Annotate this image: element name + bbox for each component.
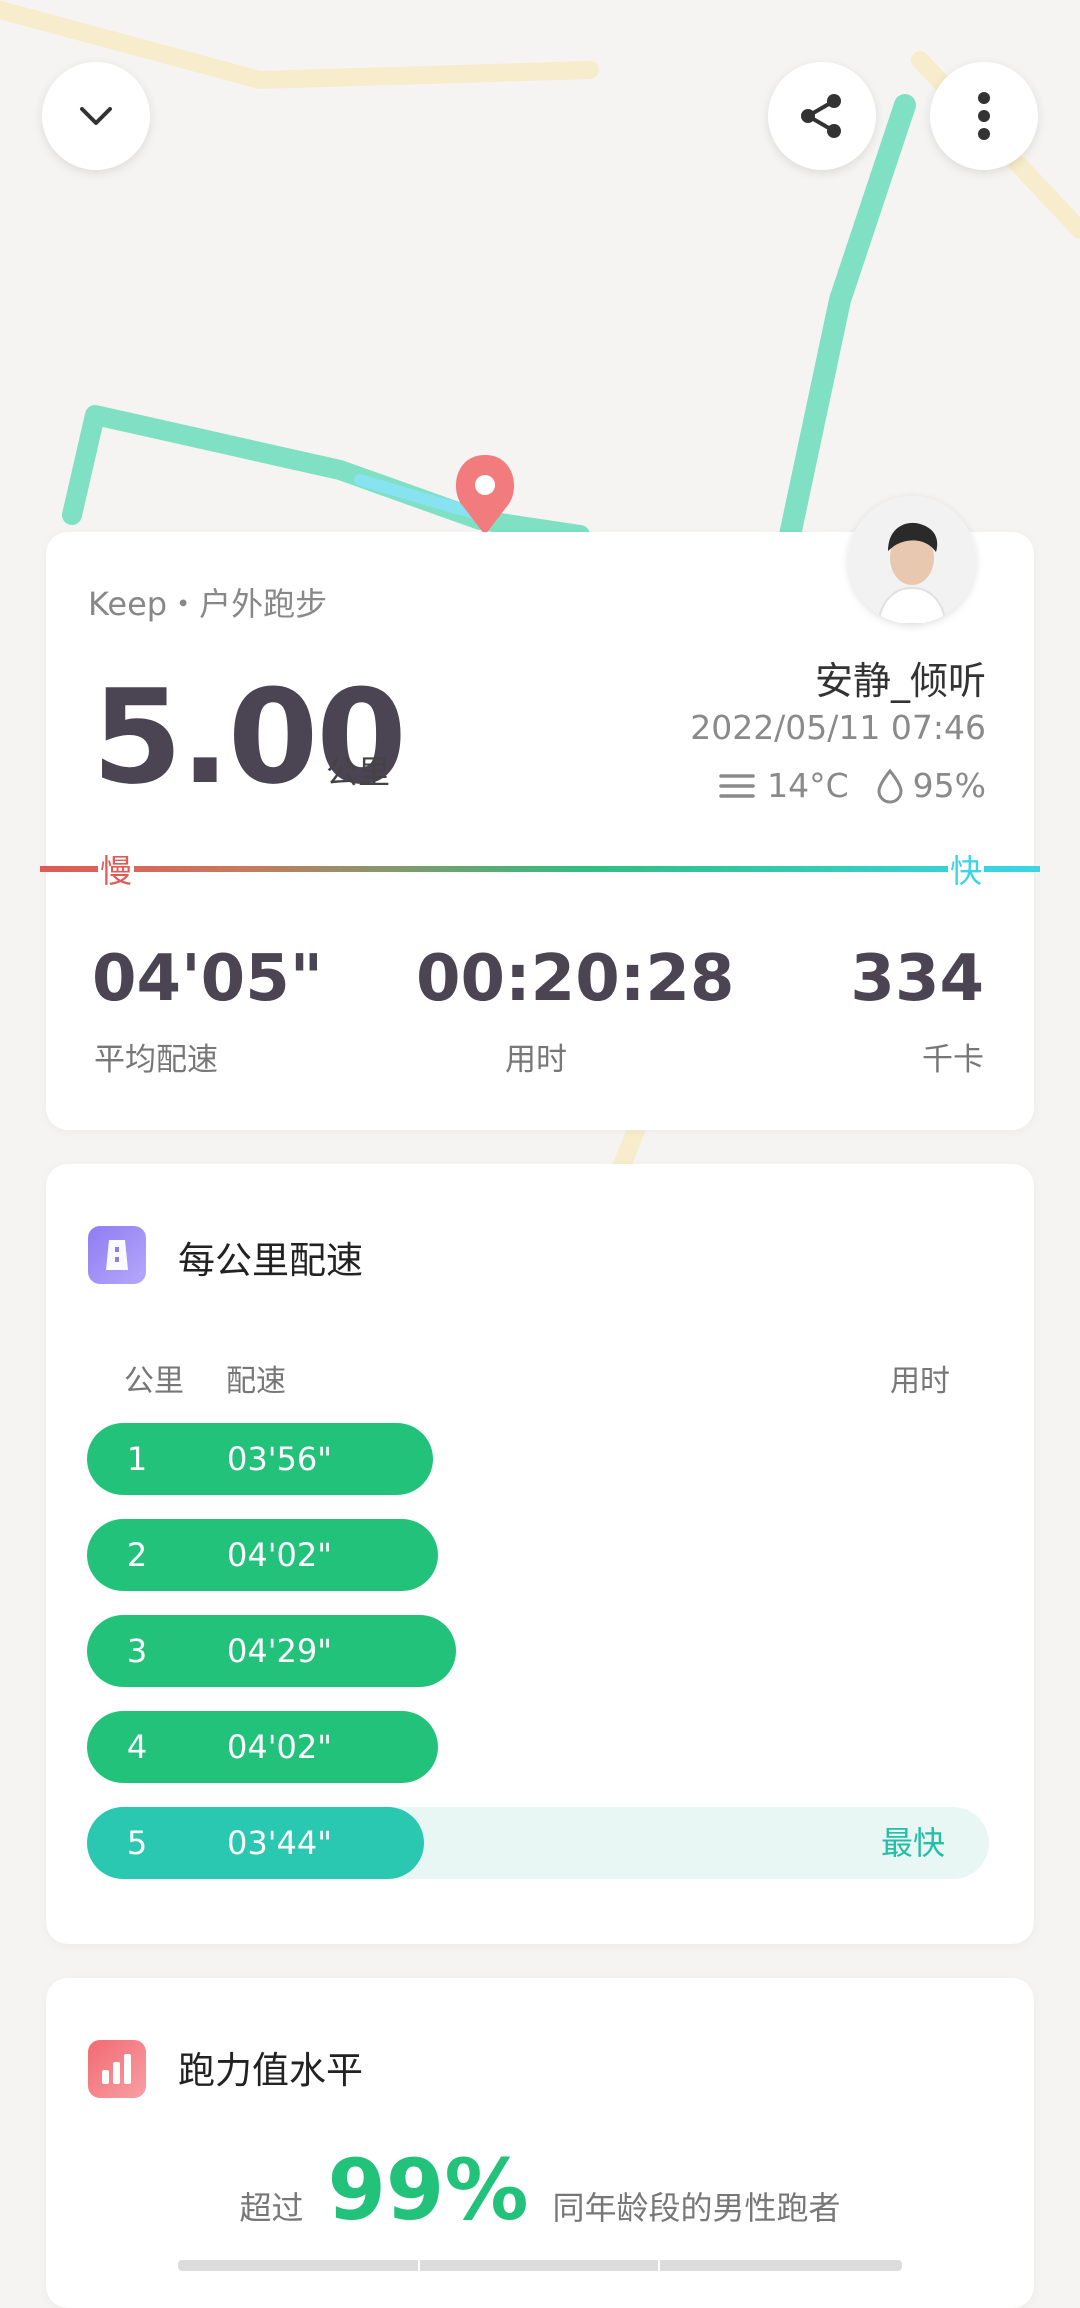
level-percent: 99% bbox=[327, 2141, 529, 2239]
user-name[interactable]: 安静_倾听 bbox=[815, 650, 986, 705]
pace-chart-icon bbox=[88, 1226, 146, 1284]
fastest-badge: 最快 bbox=[880, 1824, 945, 1862]
col-pace-header: 配速 bbox=[226, 1364, 286, 1399]
share-icon bbox=[801, 94, 841, 138]
split-km: 1 bbox=[126, 1440, 148, 1478]
split-row[interactable]: 3 04'29" bbox=[87, 1615, 989, 1687]
split-pace: 03'56" bbox=[227, 1440, 332, 1478]
level-suffix: 同年龄段的男性跑者 bbox=[552, 2189, 841, 2227]
fast-label: 快 bbox=[948, 846, 985, 892]
chevron-down-icon bbox=[80, 107, 112, 125]
split-km: 3 bbox=[126, 1632, 148, 1670]
split-pace: 04'02" bbox=[227, 1536, 332, 1574]
col-km-header: 公里 bbox=[124, 1364, 184, 1399]
avatar-image bbox=[848, 496, 976, 624]
temperature: 14°C bbox=[767, 766, 849, 805]
share-button[interactable] bbox=[768, 62, 876, 170]
level-prefix: 超过 bbox=[239, 2189, 304, 2227]
distance-unit: 公里 bbox=[326, 753, 391, 791]
split-row[interactable]: 5 03'44" 最快 bbox=[87, 1807, 989, 1879]
splits-card: 每公里配速 公里 配速 用时 1 03'56" 2 04'02" 3 04'29" 4 04'… bbox=[46, 1164, 1034, 1944]
calories-value: 334 bbox=[850, 942, 984, 1016]
slow-label: 慢 bbox=[98, 846, 135, 892]
split-km: 2 bbox=[126, 1536, 148, 1574]
route-line bbox=[779, 94, 916, 546]
split-km: 5 bbox=[126, 1824, 148, 1862]
duration-value: 00:20:28 bbox=[416, 942, 735, 1016]
running-level-card: 跑力值水平 超过 99% 同年龄段的男性跑者 bbox=[46, 1978, 1034, 2308]
summary-card: Keep・户外跑步 5.00 公里 安静_倾听 2022/05/11 07:46… bbox=[40, 532, 1040, 1130]
level-summary: 超过 99% 同年龄段的男性跑者 bbox=[46, 2148, 1034, 2232]
weather-info: 14°C 95% bbox=[719, 766, 986, 805]
more-button[interactable] bbox=[930, 62, 1038, 170]
avg-pace-value: 04'05" bbox=[92, 942, 324, 1016]
fog-icon bbox=[719, 773, 755, 798]
level-title: 跑力值水平 bbox=[178, 2049, 363, 2092]
split-pace: 04'29" bbox=[227, 1632, 332, 1670]
calories-label: 千卡 bbox=[922, 1042, 984, 1078]
split-row[interactable]: 2 04'02" bbox=[87, 1519, 989, 1591]
humidity-drop-icon bbox=[877, 768, 903, 803]
avatar[interactable] bbox=[848, 496, 976, 624]
split-row[interactable]: 1 03'56" bbox=[87, 1423, 989, 1495]
split-pace: 03'44" bbox=[227, 1824, 332, 1862]
more-vertical-icon bbox=[978, 92, 990, 140]
duration-label: 用时 bbox=[505, 1042, 567, 1078]
split-km: 4 bbox=[126, 1728, 148, 1766]
collapse-button[interactable] bbox=[42, 62, 150, 170]
humidity: 95% bbox=[912, 766, 986, 805]
level-distribution-bar bbox=[178, 2260, 902, 2271]
bar-chart-icon bbox=[88, 2040, 146, 2098]
avg-pace-label: 平均配速 bbox=[94, 1042, 218, 1078]
activity-datetime: 2022/05/11 07:46 bbox=[690, 708, 986, 747]
pace-gradient-bar bbox=[40, 866, 1040, 872]
split-pace: 04'02" bbox=[227, 1728, 332, 1766]
col-time-header: 用时 bbox=[890, 1364, 950, 1399]
split-row[interactable]: 4 04'02" bbox=[87, 1711, 989, 1783]
activity-source: Keep・户外跑步 bbox=[88, 585, 328, 623]
splits-title: 每公里配速 bbox=[178, 1239, 363, 1282]
